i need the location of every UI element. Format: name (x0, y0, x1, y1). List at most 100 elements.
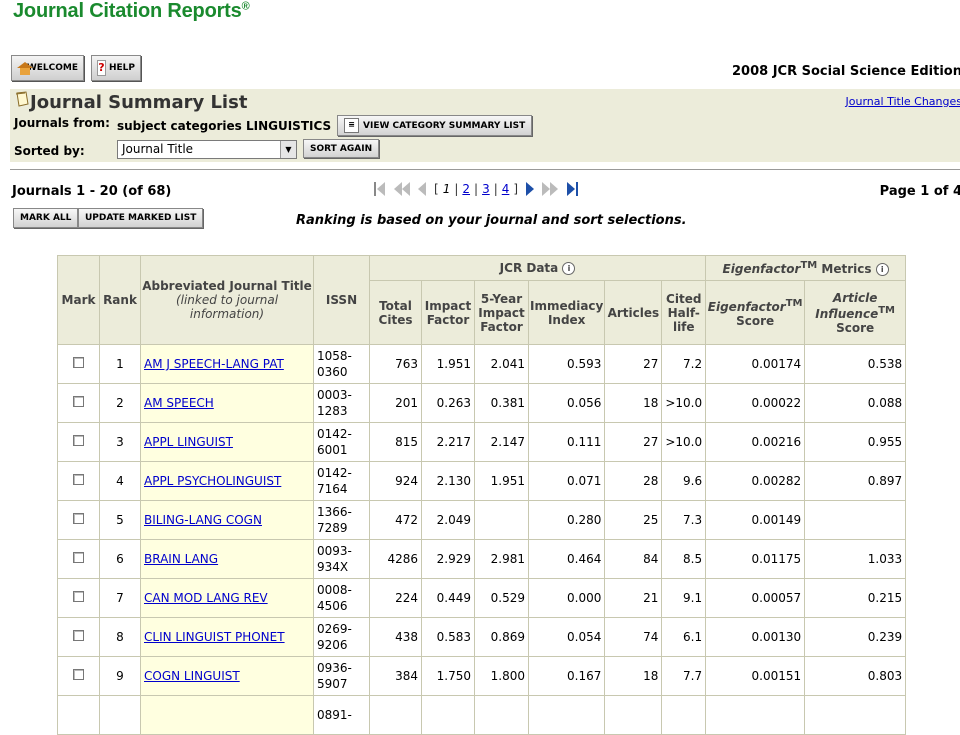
mark-checkbox[interactable] (73, 591, 84, 602)
update-marked-list-button[interactable]: UPDATE MARKED LIST (78, 208, 204, 228)
header-five-year-impact: 5-Year Impact Factor (474, 280, 529, 345)
journals-from-value: subject categories LINGUISTICS (117, 119, 332, 133)
issn-part-2: 4506 (317, 599, 348, 613)
rank-cell: 4 (99, 461, 141, 501)
title-cell: APPL LINGUIST (140, 422, 314, 462)
header-total-cites: Total Cites (369, 280, 422, 345)
rank-cell: 1 (99, 344, 141, 384)
influence-cell: 0.239 (804, 617, 907, 657)
journal-title-link[interactable]: BRAIN LANG (144, 552, 218, 566)
influence-cell: 0.538 (804, 344, 907, 384)
five-year-impact-cell (474, 695, 529, 735)
jcr-data-label: JCR Data (499, 261, 559, 275)
eigenfactor-cell: 0.00057 (705, 578, 806, 618)
mark-checkbox[interactable] (73, 474, 84, 485)
view-category-summary-button[interactable]: ≡ VIEW CATEGORY SUMMARY LIST (337, 115, 533, 136)
rank-cell: 2 (99, 383, 141, 423)
info-icon[interactable]: i (562, 262, 576, 275)
table-row: 5 BILING-LANG COGN 1366- 7289 472 2.049 0.280 2… (57, 500, 907, 540)
influence-cell (804, 500, 907, 540)
fast-forward-icon[interactable] (541, 181, 559, 197)
next-page-icon[interactable] (525, 181, 535, 197)
journals-from-label: Journals from: (14, 116, 110, 130)
mark-checkbox[interactable] (73, 669, 84, 680)
journal-title-changes-link[interactable]: Journal Title Changes (846, 95, 960, 108)
sort-select[interactable]: Journal Title ▼ (117, 140, 297, 159)
journal-count: Journals 1 - 20 (of 68) (12, 184, 172, 199)
info-icon[interactable]: i (875, 263, 889, 276)
eigenfactor-cell: 0.00151 (705, 656, 806, 696)
page-link-2[interactable]: 2 (462, 182, 470, 196)
welcome-button[interactable]: WELCOME (11, 55, 84, 81)
chevron-down-icon[interactable]: ▼ (280, 141, 296, 158)
mark-checkbox[interactable] (73, 396, 84, 407)
mark-cell (57, 383, 100, 423)
mark-cell (57, 500, 100, 540)
total-cites-cell: 763 (369, 344, 422, 384)
journal-title-link[interactable]: AM J SPEECH-LANG PAT (144, 357, 284, 371)
half-life-cell: 9.1 (661, 578, 707, 618)
influence-suffix: Score (836, 320, 875, 335)
mark-checkbox[interactable] (73, 552, 84, 563)
title-cell: CAN MOD LANG REV (140, 578, 314, 618)
mark-checkbox[interactable] (73, 435, 84, 446)
journal-title-link[interactable]: CLIN LINGUIST PHONET (144, 630, 285, 644)
mark-cell (57, 539, 100, 579)
half-life-cell: 8.5 (661, 539, 707, 579)
issn-cell: 1366- 7289 (313, 500, 370, 540)
half-life-cell: >10.0 (661, 422, 707, 462)
header-issn: ISSN (313, 255, 370, 345)
mark-checkbox[interactable] (73, 357, 84, 368)
issn-part-1: 0936- (317, 661, 352, 675)
home-icon (17, 61, 33, 75)
page-link-1[interactable]: 1 (443, 182, 451, 196)
journal-title-link[interactable]: AM SPEECH (144, 396, 214, 410)
impact-factor-cell: 0.449 (421, 578, 475, 618)
articles-cell (604, 695, 663, 735)
last-page-icon[interactable] (565, 181, 579, 197)
influence-tm: TM (878, 304, 895, 316)
eigen-group-tm: TM (800, 260, 818, 271)
rank-cell: 3 (99, 422, 141, 462)
total-cites-cell: 924 (369, 461, 422, 501)
issn-part-2: 1283 (317, 404, 348, 418)
header-article-influence: Article InfluenceTM Score (804, 280, 907, 345)
mark-all-button[interactable]: MARK ALL (13, 208, 79, 228)
mark-checkbox[interactable] (73, 513, 84, 524)
journal-title-link[interactable]: BILING-LANG COGN (144, 513, 262, 527)
journal-title-link[interactable]: APPL LINGUIST (144, 435, 233, 449)
immediacy-cell: 0.593 (527, 344, 606, 384)
five-year-impact-cell (474, 500, 529, 540)
mark-cell (57, 461, 100, 501)
issn-part-2: 6001 (317, 443, 348, 457)
journal-title-link[interactable]: CAN MOD LANG REV (144, 591, 268, 605)
journal-title-link[interactable]: APPL PSYCHOLINGUIST (144, 474, 281, 488)
sort-again-button[interactable]: SORT AGAIN (303, 139, 380, 158)
table-row: 8 CLIN LINGUIST PHONET 0269- 9206 438 0.583 0.… (57, 617, 907, 657)
table-row: 1 AM J SPEECH-LANG PAT 1058- 0360 763 1.951 2.… (57, 344, 907, 384)
page-link-4[interactable]: 4 (502, 182, 510, 196)
page-link-3[interactable]: 3 (482, 182, 490, 196)
rank-cell: 6 (99, 539, 141, 579)
previous-page-icon[interactable] (417, 181, 427, 197)
first-page-icon[interactable] (373, 181, 387, 197)
influence-cell: 0.803 (804, 656, 907, 696)
header-impact-factor: Impact Factor (421, 280, 475, 345)
impact-factor-cell: 1.750 (421, 656, 475, 696)
rank-cell: 5 (99, 500, 141, 540)
help-button[interactable]: ? HELP (91, 55, 141, 81)
issn-part-1: 0269- (317, 622, 352, 636)
total-cites-cell: 438 (369, 617, 422, 657)
total-cites-cell: 224 (369, 578, 422, 618)
impact-factor-cell: 0.263 (421, 383, 475, 423)
header-title-sub: (linked to journal information) (175, 293, 279, 321)
page-indicator: Page 1 of 4 (879, 184, 960, 199)
immediacy-cell (527, 695, 606, 735)
mark-cell (57, 695, 100, 735)
mark-checkbox[interactable] (73, 630, 84, 641)
eigen-group-suffix: Metrics (817, 262, 872, 276)
header-jcr-data: JCR Data i (368, 255, 707, 281)
rewind-icon[interactable] (393, 181, 411, 197)
influence-cell: 0.955 (804, 422, 907, 462)
journal-title-link[interactable]: COGN LINGUIST (144, 669, 240, 683)
